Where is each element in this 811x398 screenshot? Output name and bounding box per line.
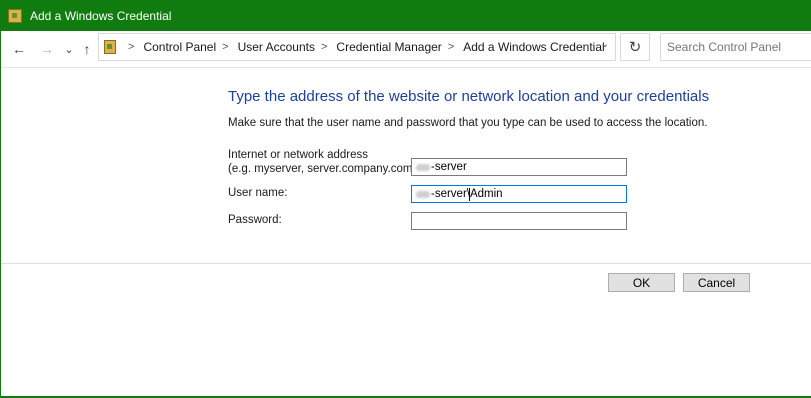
address-label-line1: Internet or network address [228, 149, 368, 161]
control-panel-icon [8, 8, 22, 23]
username-field[interactable]: -server\ Admin [411, 185, 627, 203]
network-address-value: -server [431, 161, 467, 173]
breadcrumb-credential-manager[interactable]: Credential Manager [336, 40, 441, 54]
refresh-icon[interactable]: ↻ [620, 33, 650, 61]
window-border-left [0, 31, 1, 398]
cancel-button[interactable]: Cancel [683, 273, 750, 292]
password-label: Password: [228, 214, 282, 226]
address-label-line2: (e.g. myserver, server.company.com): [228, 163, 420, 175]
address-bar: ← → ⌄ ↑ > Control Panel > User Accounts … [1, 31, 811, 68]
network-address-field[interactable]: -server [411, 158, 627, 176]
redacted-text [416, 163, 430, 171]
forward-arrow-icon[interactable]: → [37, 39, 57, 59]
breadcrumb-separator-icon[interactable]: > [448, 41, 454, 53]
address-label: Internet or network address (e.g. myserv… [228, 148, 420, 176]
search-input[interactable] [660, 33, 811, 61]
breadcrumb-separator-icon[interactable]: > [128, 41, 134, 53]
username-label: User name: [228, 187, 288, 199]
divider [1, 263, 811, 264]
breadcrumb-control-panel[interactable]: Control Panel [143, 40, 216, 54]
title-bar: Add a Windows Credential [0, 0, 811, 31]
breadcrumb-separator-icon[interactable]: > [321, 41, 327, 53]
breadcrumb-user-accounts[interactable]: User Accounts [238, 40, 315, 54]
address-dropdown-icon[interactable]: ⌄ [601, 39, 609, 50]
ok-button[interactable]: OK [608, 273, 675, 292]
back-arrow-icon[interactable]: ← [9, 39, 29, 59]
instructions-text: Make sure that the user name and passwor… [228, 117, 708, 129]
page-heading: Type the address of the website or netwo… [228, 88, 710, 105]
recent-locations-chevron-icon[interactable]: ⌄ [59, 39, 79, 59]
breadcrumb-add-windows-credential[interactable]: Add a Windows Credential [463, 40, 604, 54]
redacted-text [416, 190, 430, 198]
up-arrow-icon[interactable]: ↑ [77, 39, 97, 59]
password-field[interactable] [411, 212, 627, 230]
username-value-suffix: Admin [469, 188, 503, 200]
breadcrumb[interactable]: > Control Panel > User Accounts > Creden… [98, 33, 616, 61]
username-value-prefix: -server\ [431, 188, 470, 200]
window-title: Add a Windows Credential [30, 8, 172, 23]
control-panel-icon [104, 40, 116, 54]
breadcrumb-separator-icon[interactable]: > [222, 41, 228, 53]
